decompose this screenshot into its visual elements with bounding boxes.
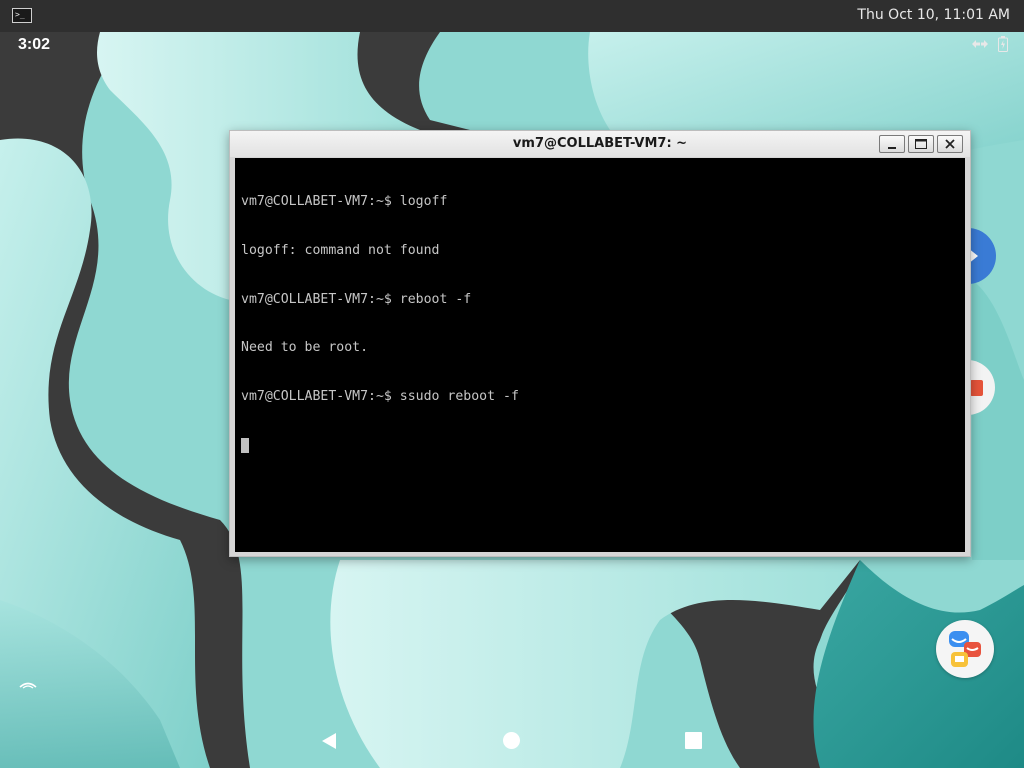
terminal-line: vm7@COLLABET-VM7:~$ logoff [241, 194, 448, 210]
host-clock: Thu Oct 10, 11:01 AM [857, 7, 1010, 23]
app-cluster-icon [949, 631, 981, 667]
text-cursor [241, 438, 249, 454]
dock-app-icon[interactable] [936, 620, 994, 678]
terminal-cursor-line [241, 437, 519, 454]
terminal-line: vm7@COLLABET-VM7:~$ reboot -f [241, 291, 472, 307]
back-icon[interactable] [319, 731, 339, 751]
terminal-line: logoff: command not found [241, 243, 440, 258]
host-top-bar: >_ Thu Oct 10, 11:01 AM [0, 0, 1024, 32]
terminal-output[interactable]: vm7@COLLABET-VM7:~$ logoff logoff: comma… [235, 158, 965, 552]
android-desktop: >_ Thu Oct 10, 11:01 AM 3:02 vm7@COLLABE… [0, 0, 1024, 768]
status-bar-icons [970, 36, 1008, 52]
battery-icon [998, 36, 1008, 52]
terminal-line: Need to be root. [241, 340, 369, 356]
terminal-line: vm7@COLLABET-VM7:~$ ssudo reboot -f [241, 388, 519, 404]
recents-button[interactable] [685, 732, 702, 749]
home-button[interactable] [503, 732, 520, 749]
minimize-button[interactable] [879, 135, 905, 153]
minimize-icon [888, 147, 896, 149]
app-glyph-icon [970, 380, 983, 396]
maximize-button[interactable] [908, 135, 934, 153]
window-titlebar[interactable]: vm7@COLLABET-VM7: ~ [230, 131, 970, 157]
terminal-window[interactable]: vm7@COLLABET-VM7: ~ vm7@COLLABET-VM7:~$ … [229, 130, 971, 557]
close-icon [945, 139, 955, 149]
maximize-icon [915, 139, 927, 149]
close-button[interactable] [937, 135, 963, 153]
terminal-text: vm7@COLLABET-VM7:~$ logoff logoff: comma… [241, 162, 519, 486]
window-title: vm7@COLLABET-VM7: ~ [512, 136, 688, 151]
data-transfer-icon [970, 37, 990, 51]
terminal-icon[interactable]: >_ [12, 8, 32, 23]
status-bar-time: 3:02 [18, 36, 51, 53]
app-drawer-up-icon[interactable] [18, 678, 38, 690]
